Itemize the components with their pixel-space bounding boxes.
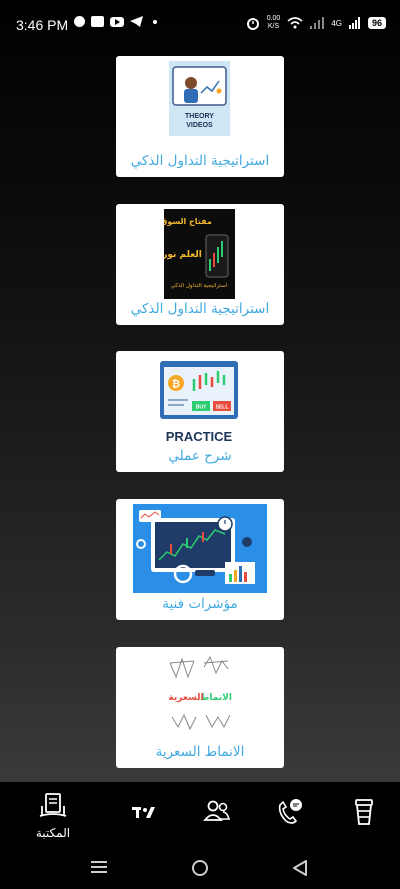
practice-text: PRACTICE	[166, 429, 233, 444]
thumb-footer: استراتيجية التداول الذكي	[171, 282, 228, 289]
card-technical-indicators[interactable]: مؤشرات فنية	[116, 499, 284, 620]
card-caption: شرح عملي	[168, 448, 232, 464]
thumb-sub: العلم نور	[164, 250, 202, 260]
sell-label: SELL	[216, 405, 229, 411]
tradingview-icon	[132, 807, 155, 818]
nav-item-users[interactable]	[202, 800, 232, 826]
svg-text:₿: ₿	[172, 378, 180, 390]
nav-item-library[interactable]: المكتبة	[28, 792, 78, 840]
patterns-red-text: السعرية	[168, 693, 203, 703]
alarm-icon	[246, 18, 259, 30]
youtube-icon	[110, 16, 124, 27]
thumb-title: مفتاح السوق	[164, 217, 212, 226]
coffee-cup-icon	[355, 799, 373, 825]
indicators-thumbnail	[133, 504, 267, 593]
system-status-icons: 0.00 K/S 4G 96	[246, 15, 386, 31]
nav-label-library: المكتبة	[35, 826, 71, 840]
card-caption: استراتيجية التداول الذكي	[130, 153, 270, 169]
card-trading-strategy[interactable]: مفتاح السوق العلم نور استراتيجية التداول…	[116, 204, 284, 325]
signal-weak-icon	[310, 17, 325, 29]
card-caption: الانماط السعرية	[155, 744, 245, 760]
svg-text:VIDEOS: VIDEOS	[186, 122, 213, 129]
market-key-thumbnail: مفتاح السوق العلم نور استراتيجية التداول…	[160, 209, 235, 299]
patterns-thumbnail: الانماط السعرية	[160, 655, 240, 739]
bottom-navigation: المكتبة	[0, 782, 400, 844]
card-price-patterns[interactable]: الانماط السعرية الانماط السعرية	[116, 647, 284, 768]
support-call-icon	[278, 799, 302, 824]
notification-icons	[74, 16, 157, 27]
system-navigation-bar	[0, 844, 400, 889]
patterns-green-text: الانماط	[200, 693, 232, 703]
card-caption: مؤشرات فنية	[162, 596, 238, 612]
library-icon	[39, 793, 67, 817]
signal-icon	[348, 17, 360, 29]
card-caption: استراتيجية التداول الذكي	[130, 301, 270, 317]
more-notifications-icon	[153, 19, 157, 24]
home-icon[interactable]	[191, 859, 209, 877]
users-icon	[203, 800, 231, 821]
nav-item-support[interactable]	[275, 799, 305, 829]
card-theory-videos[interactable]: THEORY VIDEOS استراتيجية التداول الذكي	[116, 56, 284, 177]
network-type: 4G	[331, 18, 342, 28]
status-time: 3:46 PM	[16, 17, 69, 33]
chat-icon	[74, 16, 85, 27]
app-icon	[91, 16, 104, 27]
battery-indicator: 96	[367, 17, 386, 29]
card-practice[interactable]: ₿ BUY SELL PRACTICE شرح عملي	[116, 351, 284, 472]
status-bar: 3:46 PM 0.00 K/S 4G 96	[0, 0, 400, 52]
recent-apps-icon[interactable]	[90, 859, 108, 875]
network-speed: 0.00 K/S	[266, 15, 281, 30]
practice-thumbnail: ₿ BUY SELL PRACTICE	[158, 357, 240, 445]
wifi-icon	[287, 17, 303, 29]
theory-videos-thumbnail: THEORY VIDEOS	[169, 61, 230, 136]
telegram-icon	[130, 16, 143, 27]
back-icon[interactable]	[292, 859, 308, 877]
buy-label: BUY	[196, 405, 207, 411]
svg-text:THEORY: THEORY	[185, 113, 214, 120]
nav-item-tradingview[interactable]	[131, 804, 157, 823]
nav-item-coffee[interactable]	[352, 798, 376, 830]
